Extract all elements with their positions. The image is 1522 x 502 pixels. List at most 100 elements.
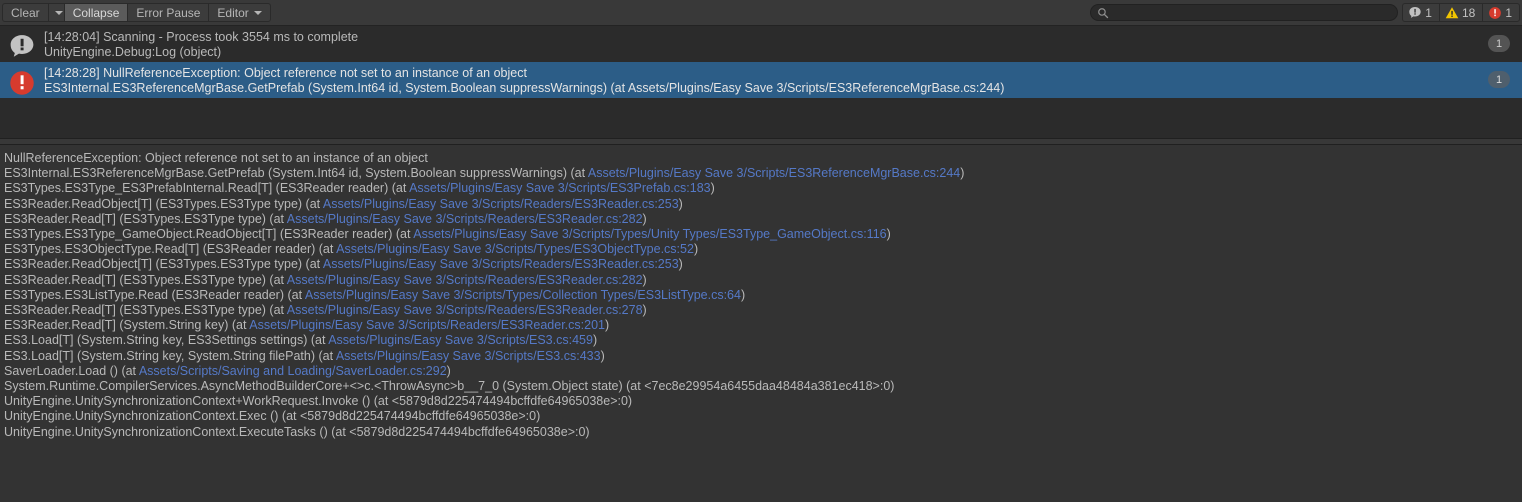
console-log-list[interactable]: [14:28:04] Scanning - Process took 3554 …: [0, 26, 1522, 138]
warning-counter[interactable]: 18: [1438, 3, 1483, 22]
stack-trace-file-link[interactable]: Assets/Plugins/Easy Save 3/Scripts/ES3.c…: [328, 333, 593, 347]
stack-trace-text: ): [592, 333, 598, 348]
chevron-down-icon: [54, 10, 63, 15]
stack-trace-text: UnityEngine.UnitySynchronizationContext+…: [4, 394, 633, 409]
log-entry-row[interactable]: [14:28:04] Scanning - Process took 3554 …: [0, 26, 1522, 62]
error-counter[interactable]: 1: [1482, 3, 1520, 22]
editor-dropdown-button[interactable]: Editor: [208, 3, 271, 22]
stack-trace-text: ): [710, 181, 715, 196]
log-entry-line1: [14:28:28] NullReferenceException: Objec…: [44, 66, 527, 80]
stack-trace-text: UnityEngine.UnitySynchronizationContext.…: [4, 424, 590, 439]
stack-trace-text: SaverLoader.Load () (at: [4, 363, 139, 378]
stack-trace-line[interactable]: ES3Reader.Read[T] (ES3Types.ES3Type type…: [4, 212, 1522, 227]
stack-trace-text: UnityEngine.UnitySynchronizationContext.…: [4, 409, 541, 424]
stack-trace-text: ES3.Load[T] (System.String key, ES3Setti…: [4, 333, 329, 348]
stack-trace-text: ): [678, 257, 683, 272]
stack-trace-text: NullReferenceException: Object reference…: [4, 151, 428, 165]
stack-trace-line[interactable]: ES3Reader.ReadObject[T] (ES3Types.ES3Typ…: [4, 197, 1522, 212]
stack-trace-text: ES3Types.ES3Type_ES3PrefabInternal.Read[…: [4, 181, 410, 196]
stack-trace-text: ES3.Load[T] (System.String key, System.S…: [4, 348, 336, 363]
stack-trace-line[interactable]: ES3Internal.ES3ReferenceMgrBase.GetPrefa…: [4, 166, 1522, 181]
stack-trace-file-link[interactable]: Assets/Plugins/Easy Save 3/Scripts/ES3Re…: [588, 166, 960, 180]
stack-trace-text: ): [642, 211, 647, 226]
stack-trace-line[interactable]: ES3Types.ES3ObjectType.Read[T] (ES3Reade…: [4, 242, 1522, 257]
log-entry-row[interactable]: [14:28:28] NullReferenceException: Objec…: [0, 62, 1522, 98]
stack-trace-line[interactable]: ES3.Load[T] (System.String key, System.S…: [4, 349, 1522, 364]
stack-trace-file-link[interactable]: Assets/Plugins/Easy Save 3/Scripts/Types…: [336, 242, 694, 256]
log-entry-count-badge: 1: [1488, 71, 1510, 88]
stack-trace-text: ES3Types.ES3ObjectType.Read[T] (ES3Reade…: [4, 242, 337, 257]
stack-trace-file-link[interactable]: Assets/Scripts/Saving and Loading/SaverL…: [139, 364, 447, 378]
stack-trace-text: ES3Reader.Read[T] (ES3Types.ES3Type type…: [4, 303, 287, 318]
stack-trace-line[interactable]: UnityEngine.UnitySynchronizationContext.…: [4, 409, 1522, 424]
stack-trace-text: ): [678, 196, 683, 211]
log-entry-count-badge: 1: [1488, 35, 1510, 52]
stack-trace-file-link[interactable]: Assets/Plugins/Easy Save 3/Scripts/Reade…: [323, 197, 679, 211]
log-entry-text: [14:28:28] NullReferenceException: Objec…: [44, 66, 1522, 96]
stack-trace-text: ): [693, 242, 699, 257]
stack-trace-text: ): [642, 272, 647, 287]
stack-trace-text: ES3Reader.Read[T] (System.String key) (a…: [4, 318, 250, 333]
stack-trace-line[interactable]: SaverLoader.Load () (at Assets/Scripts/S…: [4, 364, 1522, 379]
stack-trace-line[interactable]: ES3Types.ES3Type_GameObject.ReadObject[T…: [4, 227, 1522, 242]
info-icon: [10, 35, 34, 57]
stack-trace-text: ES3Internal.ES3ReferenceMgrBase.GetPrefa…: [4, 166, 588, 181]
stack-trace-file-link[interactable]: Assets/Plugins/Easy Save 3/Scripts/ES3Pr…: [409, 181, 711, 195]
stack-trace-text: ): [886, 227, 891, 242]
error-pause-toggle[interactable]: Error Pause: [127, 3, 209, 22]
stack-trace-line[interactable]: ES3Types.ES3ListType.Read (ES3Reader rea…: [4, 288, 1522, 303]
stack-trace-text: ES3Reader.Read[T] (ES3Types.ES3Type type…: [4, 211, 287, 226]
stack-trace-text: ): [740, 287, 746, 302]
warning-icon: [1445, 6, 1459, 18]
stack-trace-line[interactable]: NullReferenceException: Object reference…: [4, 151, 1522, 166]
log-entry-text: [14:28:04] Scanning - Process took 3554 …: [44, 30, 1522, 60]
stack-trace-file-link[interactable]: Assets/Plugins/Easy Save 3/Scripts/Reade…: [323, 257, 679, 271]
stack-trace-text: ES3Reader.ReadObject[T] (ES3Types.ES3Typ…: [4, 196, 323, 211]
stack-trace-file-link[interactable]: Assets/Plugins/Easy Save 3/Scripts/Reade…: [287, 273, 643, 287]
search-input[interactable]: [1109, 6, 1392, 19]
editor-dropdown-label: Editor: [217, 5, 249, 20]
clear-dropdown-button[interactable]: [47, 3, 64, 22]
stack-trace-file-link[interactable]: Assets/Plugins/Easy Save 3/Scripts/Reade…: [287, 212, 643, 226]
search-icon: [1098, 7, 1109, 18]
stack-trace-text: ES3Types.ES3Type_GameObject.ReadObject[T…: [4, 227, 414, 242]
stack-trace-line[interactable]: UnityEngine.UnitySynchronizationContext+…: [4, 394, 1522, 409]
stack-trace-text: ES3Reader.ReadObject[T] (ES3Types.ES3Typ…: [4, 257, 323, 272]
clear-button-label: Clear: [11, 5, 40, 20]
log-entry-line2: ES3Internal.ES3ReferenceMgrBase.GetPrefa…: [44, 81, 1005, 95]
stack-trace-line[interactable]: ES3Reader.Read[T] (System.String key) (a…: [4, 318, 1522, 333]
stack-trace-file-link[interactable]: Assets/Plugins/Easy Save 3/Scripts/Types…: [413, 227, 886, 241]
log-entry-line2: UnityEngine.Debug:Log (object): [44, 45, 222, 59]
stack-trace-line[interactable]: System.Runtime.CompilerServices.AsyncMet…: [4, 379, 1522, 394]
error-pause-toggle-label: Error Pause: [136, 5, 201, 20]
stack-trace-line[interactable]: ES3Types.ES3Type_ES3PrefabInternal.Read[…: [4, 181, 1522, 196]
stack-trace-text: ES3Types.ES3ListType.Read (ES3Reader rea…: [4, 287, 305, 302]
error-counter-count: 1: [1505, 5, 1512, 20]
stack-trace-file-link[interactable]: Assets/Plugins/Easy Save 3/Scripts/Types…: [305, 288, 741, 302]
search-field[interactable]: [1090, 4, 1399, 21]
stack-trace-line[interactable]: ES3Reader.ReadObject[T] (ES3Types.ES3Typ…: [4, 257, 1522, 272]
collapse-toggle[interactable]: Collapse: [63, 3, 128, 22]
stack-trace-file-link[interactable]: Assets/Plugins/Easy Save 3/Scripts/ES3.c…: [336, 349, 601, 363]
info-icon: [1409, 6, 1421, 18]
stack-trace-text: System.Runtime.CompilerServices.AsyncMet…: [4, 379, 895, 394]
stack-trace-line[interactable]: ES3.Load[T] (System.String key, ES3Setti…: [4, 333, 1522, 348]
collapse-toggle-label: Collapse: [72, 5, 120, 20]
info-counter[interactable]: 1: [1402, 3, 1439, 22]
stack-trace-line[interactable]: ES3Reader.Read[T] (ES3Types.ES3Type type…: [4, 273, 1522, 288]
clear-button[interactable]: Clear: [2, 3, 48, 22]
stack-trace-file-link[interactable]: Assets/Plugins/Easy Save 3/Scripts/Reade…: [249, 318, 605, 332]
stack-trace-text: ES3Reader.Read[T] (ES3Types.ES3Type type…: [4, 272, 287, 287]
stack-trace-file-link[interactable]: Assets/Plugins/Easy Save 3/Scripts/Reade…: [287, 303, 643, 317]
stack-trace-text: ): [446, 363, 451, 378]
stack-trace-line[interactable]: ES3Reader.Read[T] (ES3Types.ES3Type type…: [4, 303, 1522, 318]
stack-trace-panel[interactable]: NullReferenceException: Object reference…: [0, 145, 1522, 502]
stack-trace-text: ): [642, 303, 647, 318]
error-icon: [1489, 6, 1502, 19]
stack-trace-line[interactable]: UnityEngine.UnitySynchronizationContext.…: [4, 425, 1522, 440]
unity-console-window: Clear Collapse Error Pause Editor 1 18 1…: [0, 0, 1522, 502]
console-splitter[interactable]: [0, 138, 1522, 145]
warning-counter-count: 18: [1461, 5, 1476, 20]
stack-trace-text: ): [600, 348, 605, 363]
